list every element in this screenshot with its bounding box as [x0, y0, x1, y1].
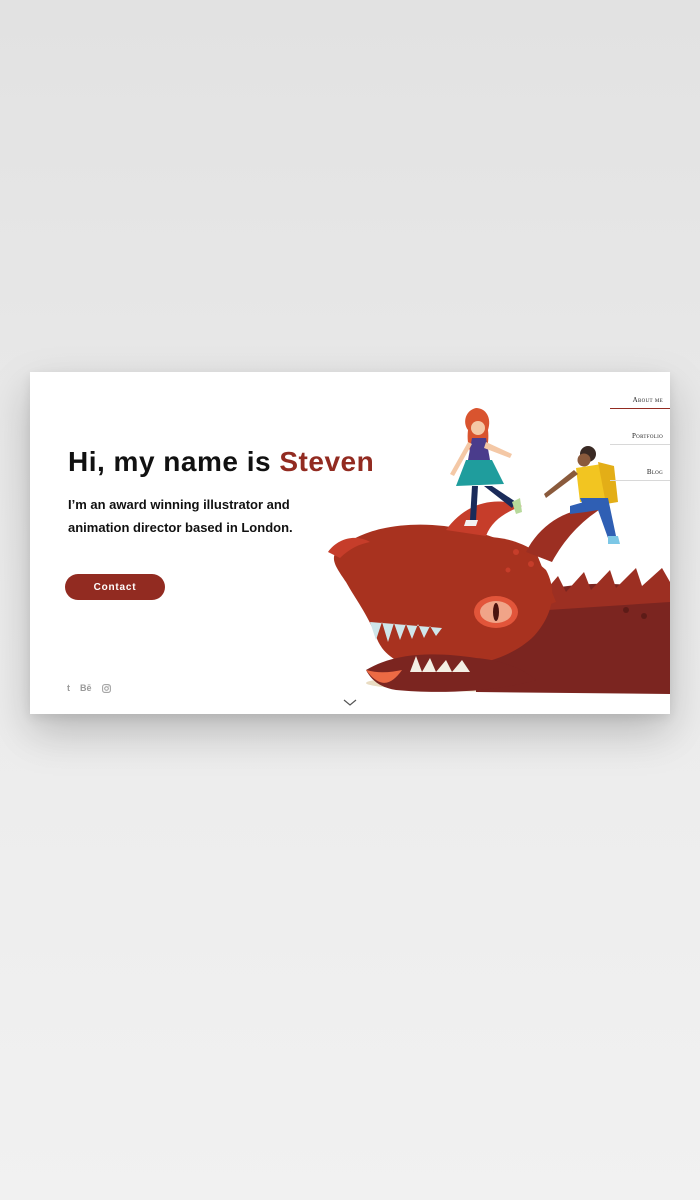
headline-prefix: Hi, my name is: [68, 446, 280, 477]
contact-button[interactable]: Contact: [65, 574, 165, 600]
behance-icon[interactable]: Bē: [80, 683, 92, 693]
hero-card: Hi, my name is Steven I’m an award winni…: [30, 372, 670, 714]
nav-blog[interactable]: Blog: [610, 468, 670, 481]
social-links: t Bē: [67, 683, 111, 693]
tumblr-icon[interactable]: t: [67, 683, 70, 693]
hero-intro: I’m an award winning illustrator and ani…: [68, 497, 293, 535]
side-nav: About me Portfolio Blog: [610, 396, 670, 481]
chevron-down-icon[interactable]: [343, 699, 357, 707]
nav-portfolio[interactable]: Portfolio: [610, 432, 670, 445]
instagram-icon[interactable]: [101, 683, 111, 693]
nav-about-me[interactable]: About me: [610, 396, 670, 409]
